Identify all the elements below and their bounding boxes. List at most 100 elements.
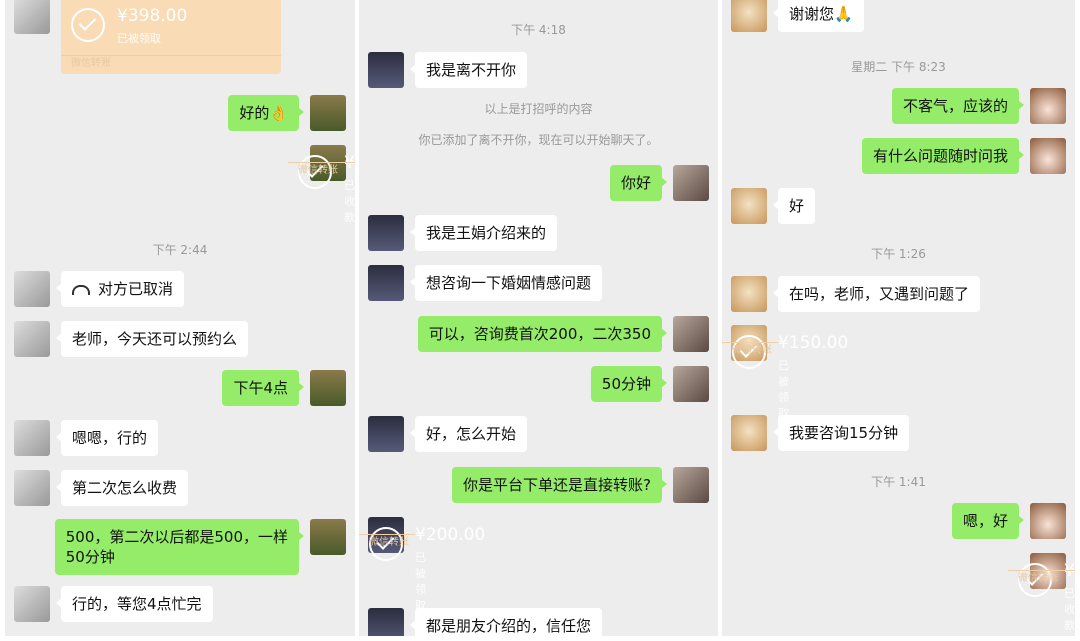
contact-avatar[interactable] <box>14 0 50 34</box>
contact-avatar[interactable] <box>368 416 404 452</box>
chat-panel-1[interactable]: ¥398.00 已被领取 微信转账 好的👌 ¥398.00 已收款 微信转账 下… <box>5 0 355 636</box>
message-bubble[interactable]: 都是朋友介绍的，信任您 <box>409 608 603 636</box>
message-bubble[interactable]: 可以，咨询费首次200，二次350 <box>417 316 668 352</box>
message-bubble[interactable]: 好，怎么开始 <box>409 416 528 452</box>
message-sent: 好的👌 <box>228 95 355 131</box>
message-bubble[interactable]: 50分钟 <box>590 366 668 402</box>
message-sent: 下午4点 <box>222 370 355 406</box>
message-sent: 你好 <box>609 165 718 201</box>
transfer-footer: 微信转账 <box>1018 573 1058 584</box>
self-avatar[interactable] <box>673 467 709 503</box>
transfer-footer: 微信转账 <box>298 165 338 176</box>
transfer-card: ¥150.00 已被领取 微信转账 <box>722 325 848 420</box>
self-avatar[interactable] <box>310 519 346 555</box>
message-bubble[interactable]: 谢谢您🙏 <box>773 0 864 32</box>
message-received: 我是王娟介绍来的 <box>359 215 558 251</box>
self-avatar[interactable] <box>673 366 709 402</box>
message-received: 想咨询一下婚姻情感问题 <box>359 265 603 301</box>
timestamp: 下午 2:44 <box>152 243 208 257</box>
message-bubble[interactable]: 在吗，老师，又遇到问题了 <box>772 276 981 312</box>
call-cancelled-bubble[interactable]: 对方已取消 <box>55 271 185 307</box>
transfer-status: 已被领取 <box>778 359 789 420</box>
chat-panel-2[interactable]: 下午 4:18 我是离不开你 以上是打招呼的内容 你已添加了离不开你，现在可以开… <box>359 0 718 636</box>
self-avatar[interactable] <box>673 165 709 201</box>
message-bubble[interactable]: 你好 <box>609 165 668 201</box>
contact-avatar[interactable] <box>14 470 50 506</box>
transfer-status: 已收款 <box>1064 587 1075 632</box>
self-avatar[interactable] <box>1030 138 1066 174</box>
message-received: 好，怎么开始 <box>359 416 528 452</box>
message-sent: 可以，咨询费首次200，二次350 <box>417 316 718 352</box>
transfer-amount: ¥200.00 <box>415 525 486 545</box>
contact-avatar[interactable] <box>14 586 50 622</box>
self-avatar[interactable] <box>673 316 709 352</box>
message-received: 对方已取消 <box>5 271 185 307</box>
message-sent: 不客气，应该的 <box>891 88 1075 124</box>
transfer-footer: 微信转账 <box>732 345 772 356</box>
message-bubble[interactable]: 我要咨询15分钟 <box>772 415 910 451</box>
contact-avatar[interactable] <box>14 321 50 357</box>
contact-avatar[interactable] <box>368 52 404 88</box>
transfer-status: 已被领取 <box>415 551 426 612</box>
message-bubble[interactable]: 好的👌 <box>228 95 304 131</box>
transfer-card: ¥200.00 已被领取 微信转账 <box>359 517 485 612</box>
contact-avatar[interactable] <box>368 265 404 301</box>
message-bubble[interactable]: 我是离不开你 <box>409 52 528 88</box>
phone-icon <box>72 284 90 295</box>
message-bubble[interactable]: 有什么问题随时问我 <box>861 138 1025 174</box>
message-received: 我要咨询15分钟 <box>722 415 910 451</box>
message-sent: 50分钟 <box>590 366 718 402</box>
transfer-footer: 微信转账 <box>369 537 409 548</box>
system-notice: 以上是打招呼的内容 <box>484 102 593 116</box>
chat-panel-3[interactable]: 谢谢您🙏 星期二 下午 8:23 不客气，应该的 有什么问题随时问我 好 下午 … <box>722 0 1075 636</box>
message-bubble[interactable]: 嗯，好 <box>951 503 1025 539</box>
cancel-label: 对方已取消 <box>98 280 174 298</box>
message-bubble[interactable]: 不客气，应该的 <box>891 88 1025 124</box>
message-received: 嗯嗯，行的 <box>5 420 159 456</box>
transfer-status: 已被领取 <box>117 32 161 45</box>
contact-avatar[interactable] <box>731 415 767 451</box>
message-bubble[interactable]: 嗯嗯，行的 <box>55 420 159 456</box>
message-received: 老师，今天还可以预约么 <box>5 321 249 357</box>
self-avatar[interactable] <box>1030 503 1066 539</box>
contact-avatar[interactable] <box>731 0 767 32</box>
message-received: 在吗，老师，又遇到问题了 <box>722 276 981 312</box>
transfer-amount: ¥398.00 <box>117 6 188 26</box>
message-received: 都是朋友介绍的，信任您 <box>359 608 603 636</box>
transfer-amount: ¥150.00 <box>1064 561 1075 581</box>
message-received: 行的，等您4点忙完 <box>5 586 213 622</box>
message-bubble[interactable]: 第二次怎么收费 <box>55 470 189 506</box>
message-bubble[interactable]: 想咨询一下婚姻情感问题 <box>409 265 603 301</box>
message-bubble[interactable]: 好 <box>772 188 816 224</box>
self-avatar[interactable] <box>310 95 346 131</box>
message-bubble[interactable]: 我是王娟介绍来的 <box>409 215 558 251</box>
transfer-amount: ¥150.00 <box>778 333 849 353</box>
contact-avatar[interactable] <box>731 276 767 312</box>
contact-avatar[interactable] <box>368 215 404 251</box>
contact-avatar[interactable] <box>14 271 50 307</box>
transfer-bubble[interactable]: ¥398.00 已被领取 微信转账 <box>61 0 281 74</box>
message-sent: 有什么问题随时问我 <box>861 138 1075 174</box>
message-bubble[interactable]: 500，第二次以后都是500，一样 50分钟 <box>54 519 305 575</box>
transfer-card: ¥150.00 已收款 微信转账 <box>1008 553 1075 632</box>
self-avatar[interactable] <box>310 370 346 406</box>
message-received: 好 <box>722 188 816 224</box>
contact-avatar[interactable] <box>14 420 50 456</box>
message-bubble[interactable]: 你是平台下单还是直接转账? <box>452 467 667 503</box>
transfer-footer: 微信转账 <box>71 58 111 69</box>
timestamp: 下午 1:41 <box>871 475 926 489</box>
message-bubble[interactable]: 下午4点 <box>222 370 304 406</box>
message-bubble[interactable]: 老师，今天还可以预约么 <box>55 321 249 357</box>
message-bubble[interactable]: 行的，等您4点忙完 <box>56 586 213 622</box>
timestamp: 下午 4:18 <box>511 23 566 37</box>
contact-avatar[interactable] <box>731 188 767 224</box>
system-notice: 你已添加了离不开你，现在可以开始聊天了。 <box>418 133 659 147</box>
message-sent: 500，第二次以后都是500，一样 50分钟 <box>54 519 355 575</box>
transfer-card: ¥398.00 已收款 微信转账 <box>288 145 355 224</box>
timestamp: 下午 1:26 <box>871 247 926 261</box>
contact-avatar[interactable] <box>368 608 404 636</box>
message-received: 我是离不开你 <box>359 52 528 88</box>
transfer-card[interactable]: ¥398.00 已被领取 微信转账 <box>5 0 281 74</box>
timestamp: 星期二 下午 8:23 <box>851 60 946 74</box>
self-avatar[interactable] <box>1030 88 1066 124</box>
